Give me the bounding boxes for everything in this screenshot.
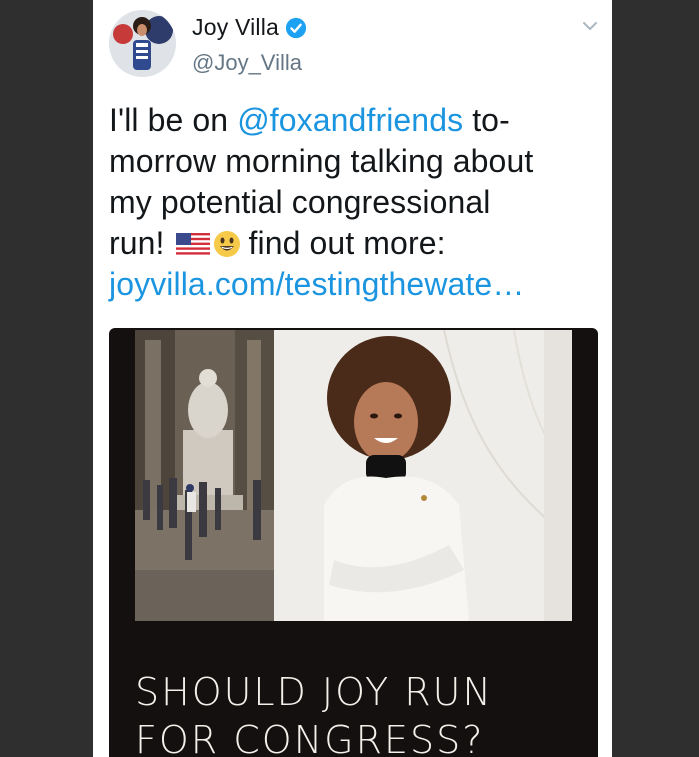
media-caption: SHOULD JOY RUN FOR CONGRESS? xyxy=(135,668,575,757)
tweet-text: I'll be on @foxandfriends to- morrow mor… xyxy=(109,100,599,305)
verified-badge-icon xyxy=(285,17,307,38)
tweet-text-segment: run! xyxy=(109,225,165,261)
right-backdrop xyxy=(612,0,699,757)
tweet-line-4: run! find out more: xyxy=(109,223,599,264)
media-image[interactable]: SHOULD JOY RUN FOR CONGRESS? xyxy=(109,328,598,757)
tweet-line-3: my potential congressional xyxy=(109,184,491,220)
caption-line-1: SHOULD JOY RUN xyxy=(135,670,493,714)
tweet-line-2: morrow morning talking about xyxy=(109,143,534,179)
screenshot: Joy Villa @Joy_Villa I'll be on @foxandf… xyxy=(0,0,699,757)
portrait-photo xyxy=(274,330,572,621)
tweet-text-segment: to- xyxy=(463,102,510,138)
user-handle[interactable]: @Joy_Villa xyxy=(192,50,302,76)
display-name[interactable]: Joy Villa xyxy=(192,14,279,41)
tweet-text-segment: I'll be on xyxy=(109,102,238,138)
left-backdrop xyxy=(0,0,93,757)
lincoln-memorial-image xyxy=(135,330,274,621)
mention-link[interactable]: @foxandfriends xyxy=(237,102,463,138)
caption-line-2: FOR CONGRESS? xyxy=(135,718,485,757)
portrait-image xyxy=(274,330,572,621)
tweet-card[interactable]: Joy Villa @Joy_Villa I'll be on @foxandf… xyxy=(93,0,612,757)
external-link[interactable]: joyvilla.com/testingthewate… xyxy=(109,264,599,305)
avatar[interactable] xyxy=(109,10,176,77)
grinning-face-icon xyxy=(213,231,240,257)
avatar-photo-icon xyxy=(109,10,176,77)
name-row: Joy Villa xyxy=(192,14,307,41)
us-flag-icon xyxy=(175,233,210,257)
tweet-text-segment: find out more: xyxy=(248,225,446,261)
tweet-line-1: I'll be on @foxandfriends to- xyxy=(109,100,599,141)
memorial-photo xyxy=(135,330,274,621)
chevron-down-icon[interactable] xyxy=(582,20,598,32)
